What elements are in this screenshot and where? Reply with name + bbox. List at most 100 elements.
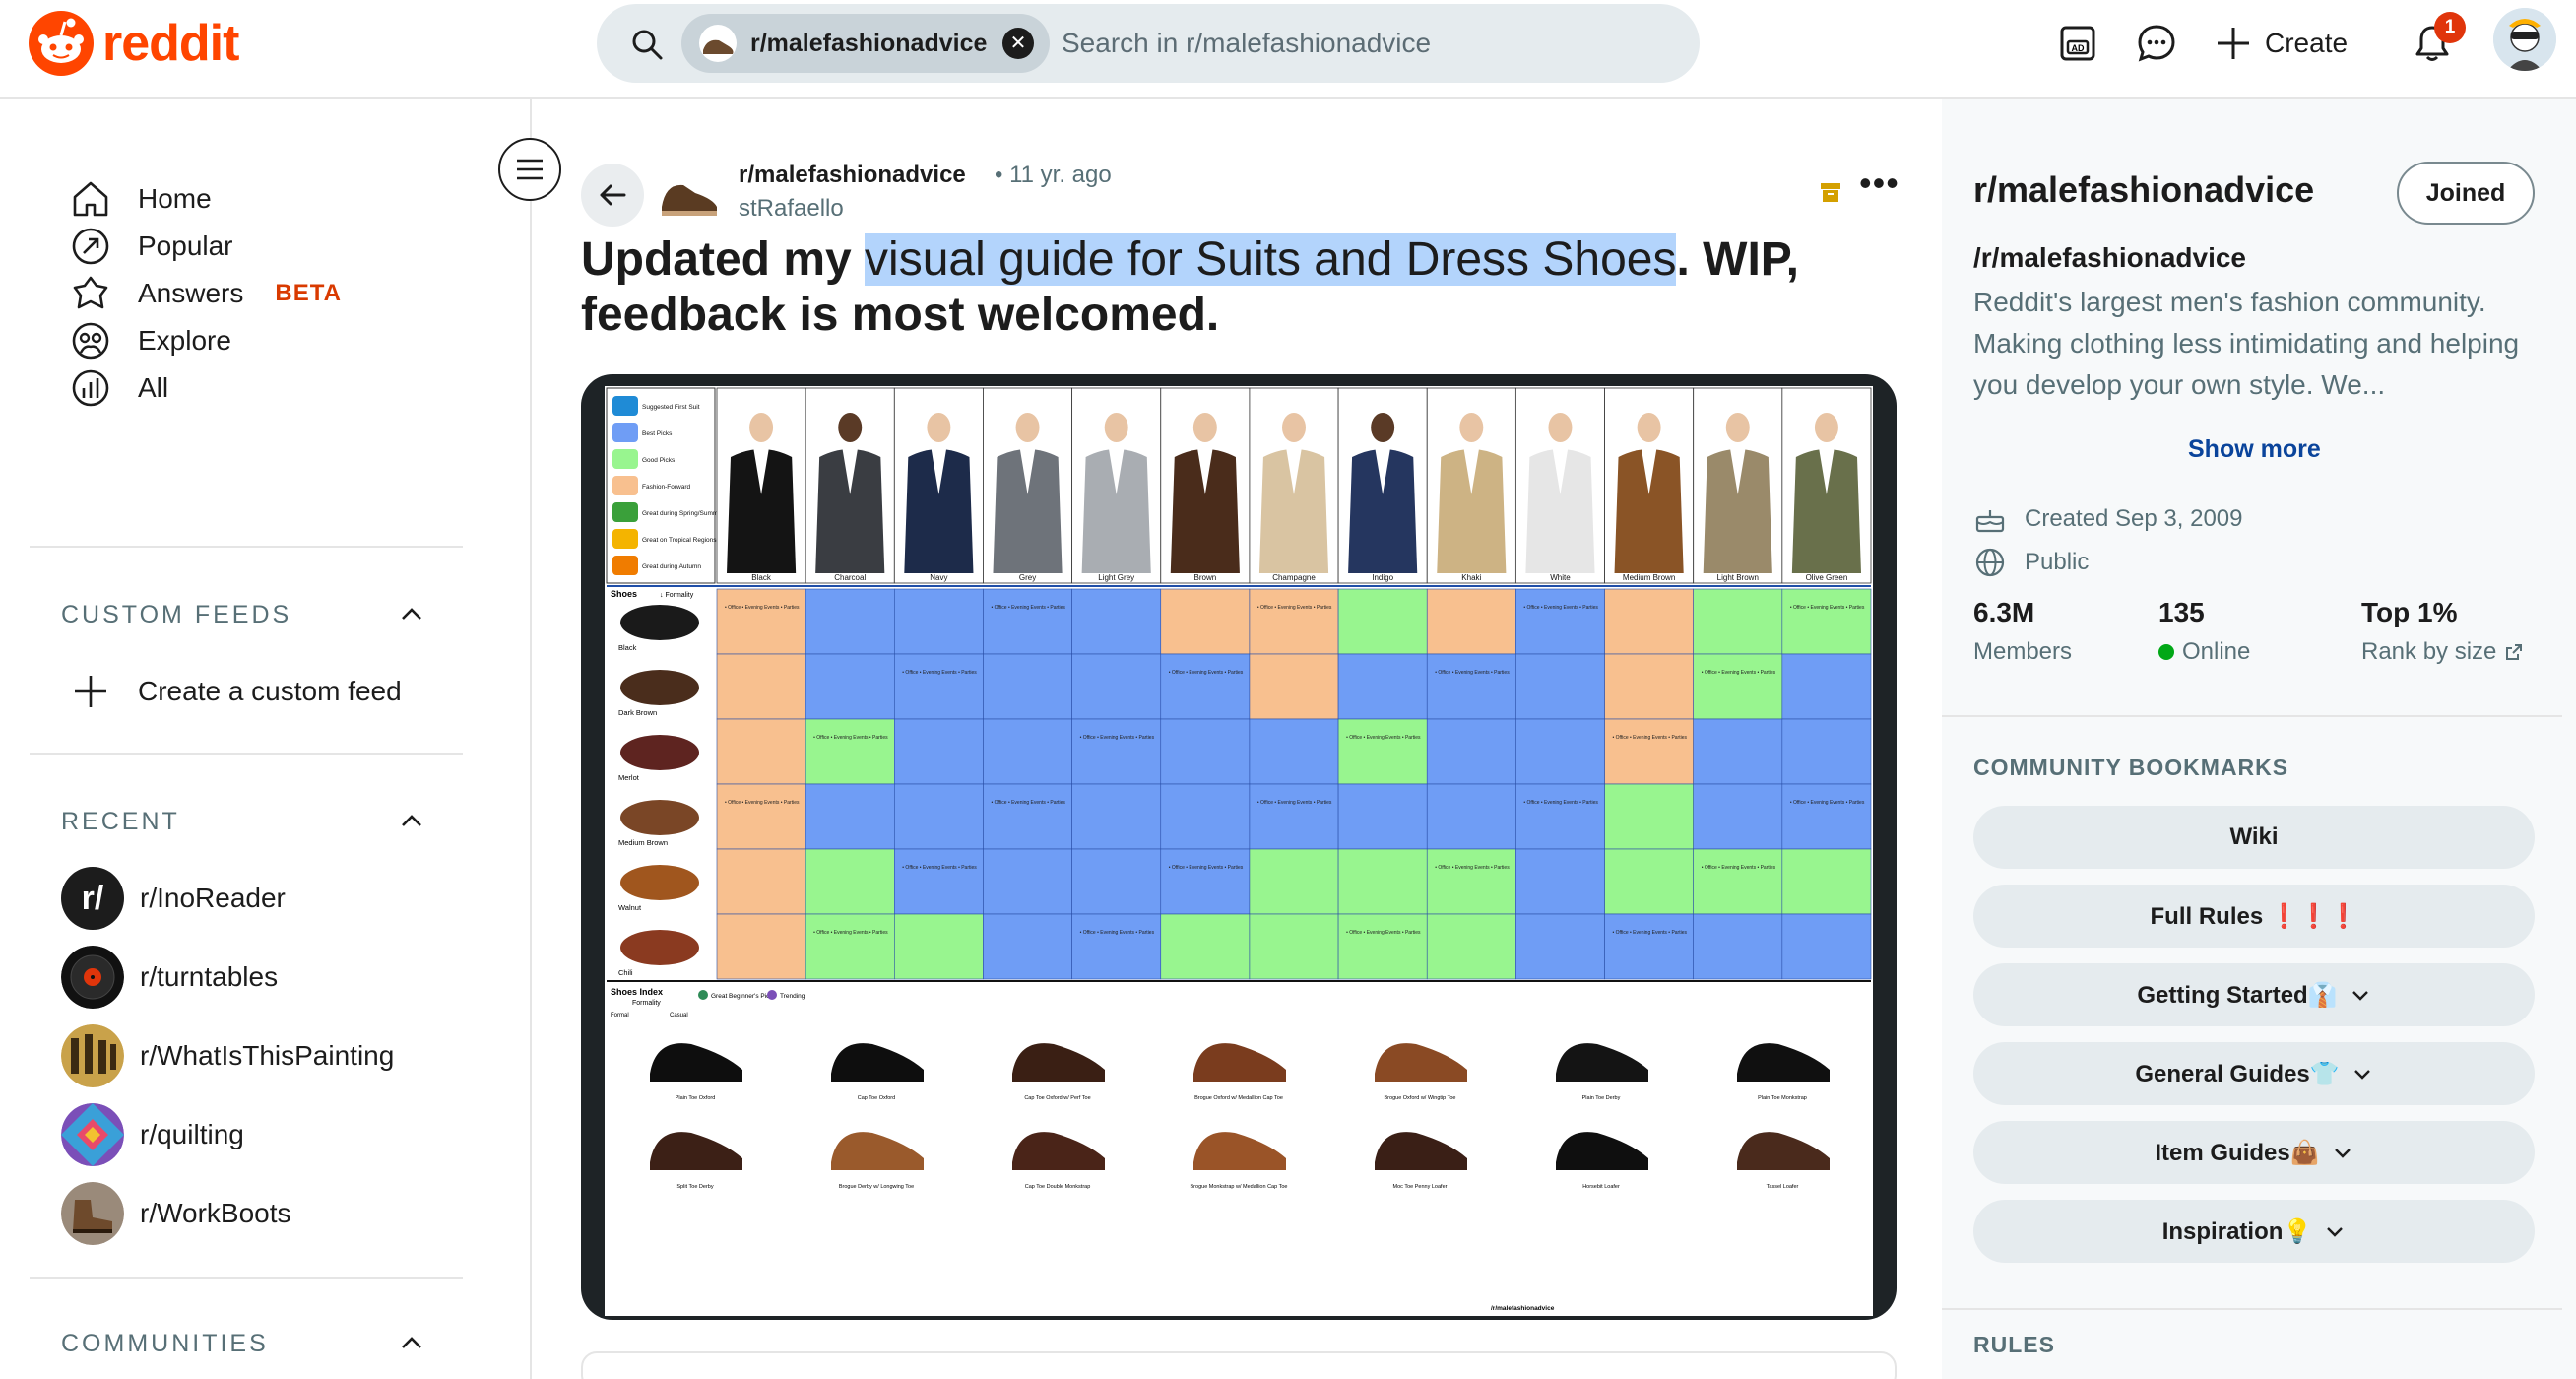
shoe-color-label: Medium Brown bbox=[618, 838, 668, 847]
shoe-color-label: Merlot bbox=[618, 773, 640, 782]
compatibility-cell bbox=[983, 653, 1072, 720]
compatibility-cell bbox=[1604, 653, 1694, 720]
compatibility-cell bbox=[1515, 913, 1605, 980]
remove-chip-button[interactable]: ✕ bbox=[1002, 28, 1034, 59]
bookmark-label: General Guides👕 bbox=[2135, 1060, 2340, 1087]
archived-icon bbox=[1821, 183, 1840, 202]
legend-swatch bbox=[612, 449, 638, 469]
show-more-link[interactable]: Show more bbox=[2188, 435, 2321, 464]
compatibility-cell bbox=[1426, 653, 1516, 720]
compatibility-cell bbox=[1604, 718, 1694, 785]
compatibility-cell bbox=[1071, 913, 1162, 980]
legend-swatch bbox=[612, 556, 638, 575]
compatibility-cell bbox=[1604, 913, 1694, 980]
compatibility-cell bbox=[716, 653, 806, 720]
suit-label: Charcoal bbox=[834, 573, 866, 582]
compatibility-cell bbox=[1249, 718, 1339, 785]
rules-title: RULES bbox=[1973, 1332, 2055, 1357]
cell-note: • Office • Evening Events • Parties bbox=[1435, 670, 1510, 676]
compatibility-cell bbox=[1071, 588, 1162, 655]
joined-button[interactable]: Joined bbox=[2397, 162, 2535, 225]
notification-badge: 1 bbox=[2434, 12, 2466, 43]
sidebar-divider bbox=[30, 753, 463, 755]
svg-text:AD: AD bbox=[2072, 43, 2085, 53]
suit-label: Medium Brown bbox=[1623, 573, 1675, 582]
recent-item-workboots[interactable]: r/WorkBoots bbox=[61, 1182, 291, 1245]
recent-item-label: r/quilting bbox=[140, 1119, 244, 1149]
advertise-icon[interactable]: AD bbox=[2056, 22, 2099, 65]
cell-note: • Office • Evening Events • Parties bbox=[1613, 930, 1688, 936]
more-options-button[interactable]: ••• bbox=[1859, 165, 1900, 201]
recent-title[interactable]: RECENT bbox=[61, 808, 180, 836]
chat-icon[interactable] bbox=[2135, 22, 2178, 65]
subreddit-search-chip[interactable]: r/malefashionadvice ✕ bbox=[681, 14, 1050, 73]
shoes-header: Shoes bbox=[611, 589, 637, 599]
chevron-up-icon[interactable] bbox=[398, 601, 425, 628]
community-name[interactable]: r/malefashionadvice bbox=[1973, 169, 2314, 211]
legend-label: Best Picks bbox=[642, 430, 673, 437]
bookmark-getting-started[interactable]: Getting Started👔 bbox=[1973, 963, 2535, 1026]
online-count: 135 bbox=[2158, 597, 2205, 627]
bookmark-inspiration[interactable]: Inspiration💡 bbox=[1973, 1200, 2535, 1263]
communities-title[interactable]: COMMUNITIES bbox=[61, 1330, 269, 1358]
collapse-sidebar-button[interactable] bbox=[498, 138, 561, 201]
cell-note: • Office • Evening Events • Parties bbox=[1257, 605, 1332, 611]
post-image[interactable]: Suggested First Suit Best Picks Good Picks… bbox=[581, 374, 1897, 1320]
suit-model-head bbox=[1104, 413, 1128, 442]
compatibility-cell bbox=[716, 783, 806, 850]
compatibility-cell bbox=[1249, 588, 1339, 655]
search-bar[interactable]: r/malefashionadvice ✕ bbox=[597, 4, 1700, 83]
suit-model-head bbox=[1814, 413, 1838, 442]
chevron-up-icon[interactable] bbox=[398, 808, 425, 835]
compatibility-cell bbox=[1693, 913, 1783, 980]
recent-item-quilting[interactable]: r/quilting bbox=[61, 1103, 244, 1166]
compatibility-cell bbox=[805, 653, 895, 720]
subreddit-thumbnail-icon[interactable] bbox=[656, 165, 723, 221]
search-icon bbox=[632, 30, 663, 60]
bookmark-general-guides[interactable]: General Guides👕 bbox=[1973, 1042, 2535, 1105]
back-button[interactable] bbox=[581, 164, 644, 227]
post-timestamp: • 11 yr. ago bbox=[995, 162, 1112, 188]
shoe-color-label: Chili bbox=[618, 968, 633, 977]
suit-label: Light Brown bbox=[1717, 573, 1759, 582]
bookmark-wiki[interactable]: Wiki bbox=[1973, 806, 2535, 869]
recent-item-inoreader[interactable]: r/ r/InoReader bbox=[61, 867, 286, 930]
subreddit-chip-icon bbox=[699, 25, 737, 62]
nav-all[interactable]: All bbox=[69, 359, 168, 418]
create-custom-feed[interactable]: Create a custom feed bbox=[69, 662, 402, 721]
compatibility-cell bbox=[983, 848, 1072, 915]
cell-note: • Office • Evening Events • Parties bbox=[1790, 605, 1865, 611]
rank-stat[interactable]: Top 1% Rank by size bbox=[2361, 597, 2524, 666]
compatibility-cell bbox=[1693, 848, 1783, 915]
recent-item-turntables[interactable]: r/turntables bbox=[61, 946, 278, 1009]
chevron-up-icon[interactable] bbox=[398, 1330, 425, 1357]
suit-model-head bbox=[1637, 413, 1661, 442]
search-input[interactable] bbox=[1062, 24, 1652, 63]
external-link-icon bbox=[2506, 644, 2523, 660]
compatibility-cell bbox=[1781, 653, 1872, 720]
nav-popular-label: Popular bbox=[138, 230, 233, 261]
shoe-illustration bbox=[650, 1132, 742, 1170]
next-post-card bbox=[581, 1351, 1897, 1379]
online-stat: 135 Online bbox=[2158, 597, 2250, 666]
compatibility-cell bbox=[1071, 718, 1162, 785]
compatibility-cell bbox=[1515, 718, 1605, 785]
compatibility-cell bbox=[1160, 653, 1251, 720]
rank-label: Rank by size bbox=[2361, 638, 2497, 665]
compatibility-cell bbox=[1426, 718, 1516, 785]
compatibility-cell bbox=[1071, 783, 1162, 850]
bookmark-full-rules[interactable]: Full Rules ❗❗❗ bbox=[1973, 885, 2535, 948]
create-button[interactable]: Create bbox=[2214, 18, 2348, 69]
recent-item-whatisthispainting[interactable]: r/WhatIsThisPainting bbox=[61, 1024, 394, 1087]
shoe-name: Plain Toe Oxford bbox=[676, 1095, 716, 1101]
home-icon bbox=[73, 181, 108, 217]
post-author-link[interactable]: stRafaello bbox=[739, 195, 844, 223]
bookmark-item-guides[interactable]: Item Guides👜 bbox=[1973, 1121, 2535, 1184]
custom-feeds-title[interactable]: CUSTOM FEEDS bbox=[61, 601, 291, 629]
user-avatar[interactable] bbox=[2493, 8, 2556, 71]
shoe-color-swatch bbox=[620, 735, 699, 770]
post-subreddit-link[interactable]: r/malefashionadvice bbox=[739, 162, 966, 189]
plus-icon bbox=[2218, 28, 2249, 59]
online-label: Online bbox=[2182, 638, 2251, 665]
reddit-logo[interactable]: reddit bbox=[28, 10, 239, 77]
